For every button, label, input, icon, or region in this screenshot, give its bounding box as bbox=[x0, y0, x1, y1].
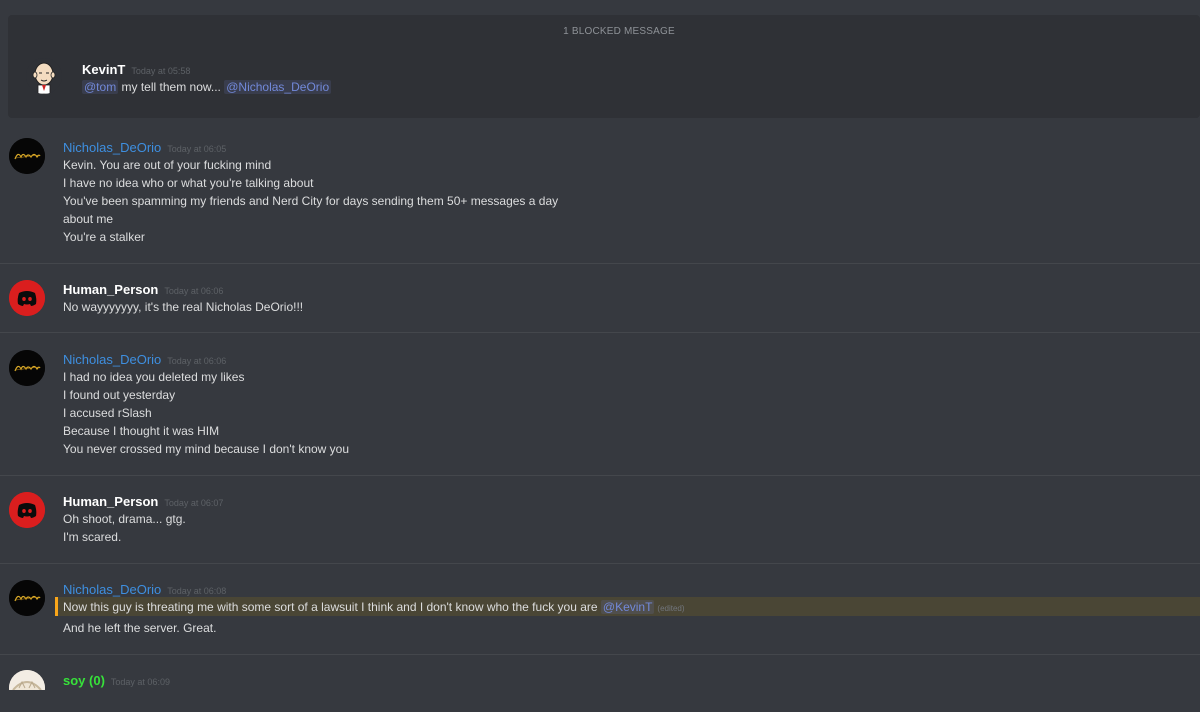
message-header: Nicholas_DeOrio Today at 06:06 bbox=[63, 351, 226, 369]
timestamp: Today at 06:08 bbox=[167, 586, 227, 596]
message-divider bbox=[0, 475, 1200, 476]
message-line: Kevin. You are out of your fucking mind bbox=[63, 158, 272, 172]
username[interactable]: Human_Person bbox=[63, 494, 158, 509]
message-line: I have no idea who or what you're talkin… bbox=[63, 176, 314, 190]
message-header: Nicholas_DeOrio Today at 06:05 bbox=[63, 139, 226, 157]
message-header: KevinT Today at 05:58 bbox=[82, 61, 190, 79]
message-header: Human_Person Today at 06:06 bbox=[63, 281, 223, 299]
message-divider bbox=[0, 654, 1200, 655]
timestamp: Today at 06:05 bbox=[167, 144, 227, 154]
username[interactable]: KevinT bbox=[82, 62, 125, 77]
username[interactable]: Nicholas_DeOrio bbox=[63, 352, 161, 367]
message-line: No wayyyyyyy, it's the real Nicholas DeO… bbox=[63, 300, 304, 314]
message-line: about me bbox=[63, 212, 114, 226]
message-line: You never crossed my mind because I don'… bbox=[63, 442, 350, 456]
message-line: And he left the server. Great. bbox=[63, 621, 217, 635]
human-person-avatar-icon[interactable] bbox=[9, 280, 45, 316]
message-line: Oh shoot, drama... gtg. bbox=[63, 512, 186, 526]
chat-bottom-edge bbox=[0, 690, 1200, 712]
message-line: You're a stalker bbox=[63, 230, 145, 244]
timestamp: Today at 05:58 bbox=[131, 66, 191, 76]
nicholas-avatar-icon[interactable] bbox=[9, 350, 45, 386]
mention-tom[interactable]: @tom bbox=[82, 80, 119, 94]
message-line: I found out yesterday bbox=[63, 388, 176, 402]
edited-tag: (edited) bbox=[657, 604, 685, 613]
timestamp: Today at 06:09 bbox=[110, 677, 170, 687]
message-header: Human_Person Today at 06:07 bbox=[63, 493, 223, 511]
nicholas-avatar-icon[interactable] bbox=[9, 580, 45, 616]
message-line: I accused rSlash bbox=[63, 406, 152, 420]
message-line: Now this guy is threating me with some s… bbox=[63, 598, 685, 618]
message-line: I had no idea you deleted my likes bbox=[63, 370, 245, 384]
mention-nicholas[interactable]: @Nicholas_DeOrio bbox=[224, 80, 332, 94]
message-line: You've been spamming my friends and Nerd… bbox=[63, 194, 559, 208]
nicholas-avatar-icon[interactable] bbox=[9, 138, 45, 174]
username[interactable]: Nicholas_DeOrio bbox=[63, 582, 161, 597]
message-line: I'm scared. bbox=[63, 530, 122, 544]
username[interactable]: Human_Person bbox=[63, 282, 158, 297]
timestamp: Today at 06:06 bbox=[164, 286, 224, 296]
human-person-avatar-icon[interactable] bbox=[9, 492, 45, 528]
message-divider bbox=[0, 263, 1200, 264]
message-divider bbox=[0, 332, 1200, 333]
message-divider bbox=[0, 563, 1200, 564]
timestamp: Today at 06:06 bbox=[167, 356, 227, 366]
mention-kevint[interactable]: @KevinT bbox=[600, 600, 655, 614]
username[interactable]: soy (0) bbox=[63, 673, 105, 688]
message-line: @tom my tell them now... @Nicholas_DeOri… bbox=[82, 78, 332, 96]
username[interactable]: Nicholas_DeOrio bbox=[63, 140, 161, 155]
message-text: Now this guy is threating me with some s… bbox=[63, 600, 601, 614]
message-header: soy (0) Today at 06:09 bbox=[63, 672, 170, 690]
message-text: my tell them now... bbox=[118, 80, 225, 94]
timestamp: Today at 06:07 bbox=[164, 498, 224, 508]
kevin-avatar-icon[interactable] bbox=[26, 58, 62, 94]
message-line: Because I thought it was HIM bbox=[63, 424, 220, 438]
blocked-message-label[interactable]: 1 BLOCKED MESSAGE bbox=[8, 26, 1200, 37]
